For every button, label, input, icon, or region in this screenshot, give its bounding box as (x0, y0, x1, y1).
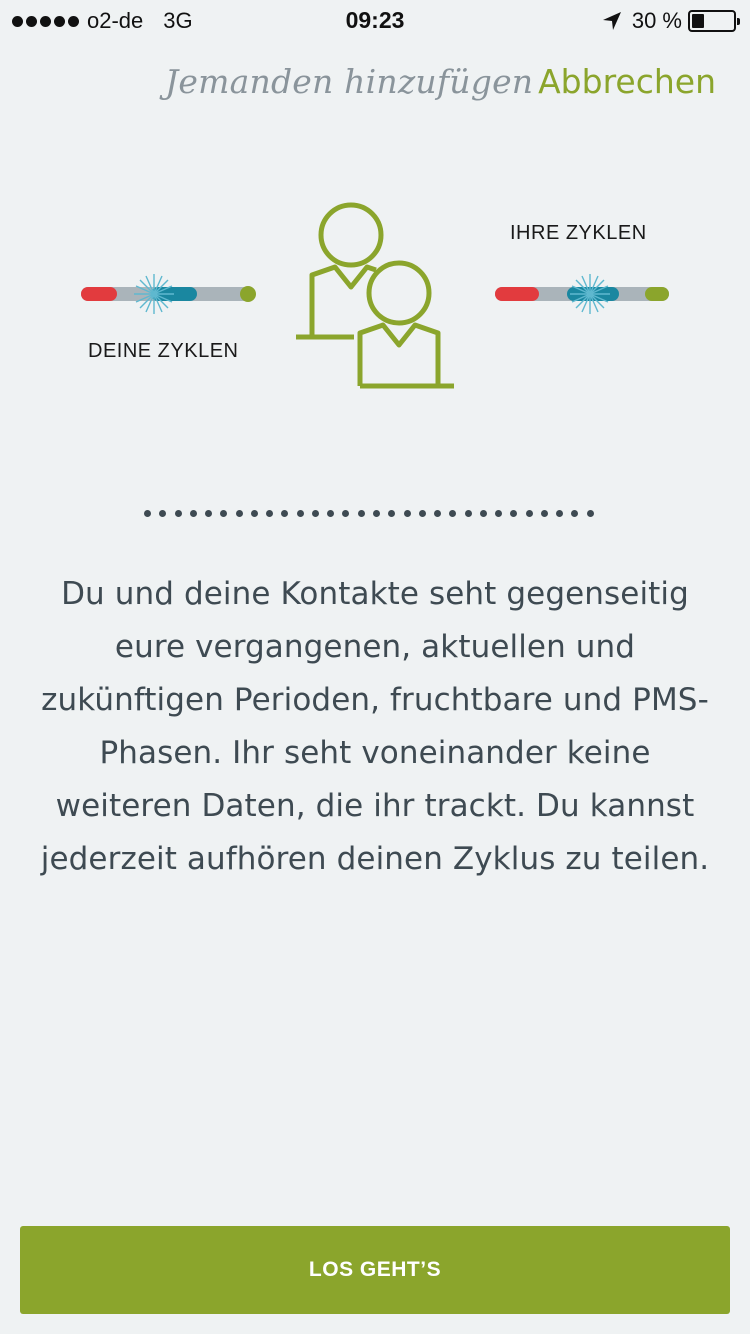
separator-dot (144, 510, 151, 517)
separator-dot (510, 510, 518, 517)
dotted-separator (144, 510, 594, 520)
separator-dot (571, 510, 579, 517)
separator-dot (327, 510, 335, 517)
right-cycle-bar-icon (495, 274, 669, 314)
left-cycle-label: DEINE ZYKLEN (88, 340, 239, 362)
separator-dot (586, 510, 594, 517)
separator-dot (311, 510, 319, 517)
separator-dot (205, 510, 213, 517)
separator-dot (159, 510, 167, 517)
separator-dot (495, 510, 503, 517)
location-arrow-icon (602, 12, 621, 30)
separator-dot (434, 510, 442, 517)
separator-dot (449, 510, 457, 517)
battery-fill (692, 14, 704, 28)
separator-dot (403, 510, 411, 517)
left-cycle-bar-icon (81, 274, 256, 314)
start-button[interactable]: LOS GEHT’S (20, 1226, 730, 1314)
two-people-icon (296, 202, 454, 389)
separator-dot (540, 510, 548, 517)
battery-percent: 30 % (631, 8, 682, 33)
separator-dot (556, 510, 564, 517)
separator-dot (250, 510, 258, 517)
nav-title: Jemanden hinzufügen (165, 62, 534, 101)
status-bar: o2-de 3G 09:23 30 % (0, 0, 750, 40)
separator-dot (525, 510, 533, 517)
separator-dot (418, 510, 426, 517)
separator-dot (479, 510, 487, 517)
separator-dot (189, 510, 197, 517)
separator-dot (281, 510, 289, 517)
separator-dot (220, 510, 228, 517)
separator-dot (174, 510, 182, 517)
separator-dot (372, 510, 380, 517)
sharing-description: Du und deine Kontakte seht gegenseitig e… (40, 576, 710, 877)
separator-dot (342, 510, 350, 517)
battery-icon (688, 10, 740, 32)
separator-dot (266, 510, 274, 517)
right-cycle-label: IHRE ZYKLEN (510, 222, 647, 244)
separator-dot (296, 510, 304, 517)
status-right: 30 % (602, 8, 740, 34)
sharing-illustration: DEINE ZYKLEN IHRE ZYKLEN (0, 180, 750, 410)
separator-dot (357, 510, 365, 517)
cancel-button[interactable]: Abbrechen (538, 62, 716, 101)
separator-dot (388, 510, 396, 517)
separator-dot (464, 510, 472, 517)
separator-dot (235, 510, 243, 517)
